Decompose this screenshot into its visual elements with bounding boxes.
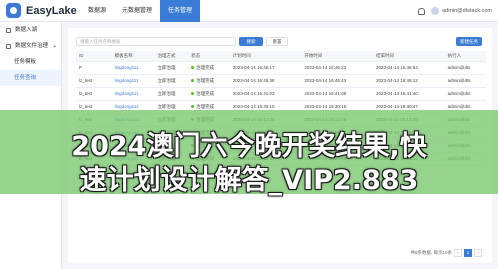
next-page-icon[interactable]: › <box>474 249 482 257</box>
status-text: 治理完成 <box>196 103 215 109</box>
col-status[interactable]: 状态 <box>188 51 230 62</box>
cell-start-time: 2023-04-14 16:41:08 <box>301 87 373 101</box>
chevron-up-icon: ▴ <box>53 43 56 49</box>
status-dot-icon <box>191 66 195 69</box>
user-area: admin@dtstack.com <box>418 0 492 22</box>
reset-button[interactable]: 重置 <box>266 37 288 46</box>
sidebar-item-label: 数据入湖 <box>15 27 38 33</box>
cell-id: lz_test <box>76 74 112 88</box>
status-dot-icon <box>191 79 195 82</box>
table-row[interactable]: lz_test lingdong111 立即治理 治理完成 2023-04-14… <box>76 87 486 101</box>
sidebar-item-label: 任务查询 <box>14 75 37 81</box>
nav-metadata[interactable]: 元数据管理 <box>114 0 160 22</box>
sidebar-item-task-template[interactable]: 任务模板 <box>0 54 61 70</box>
app-name: EasyLake <box>26 4 77 17</box>
top-nav: 数据源 元数据管理 任务管理 <box>80 0 201 22</box>
cell-start-time: 2023-04-14 16:46:23 <box>301 61 373 75</box>
top-bar: EasyLake 数据源 元数据管理 任务管理 admin@dtstack.co… <box>0 0 498 22</box>
search-input[interactable]: 请输入任务名称搜索 <box>76 37 236 46</box>
cell-status: 治理完成 <box>188 61 230 75</box>
sidebar-item-label: 数据文件治理 <box>15 43 49 49</box>
sidebar-item-file-governance[interactable]: 数据文件治理 ▴ <box>0 38 61 54</box>
status-dot-icon <box>191 92 195 95</box>
user-email[interactable]: admin@dtstack.com <box>442 8 492 14</box>
cell-id: lz_test <box>76 87 112 101</box>
prev-page-icon[interactable]: ‹ <box>454 249 462 257</box>
cell-template-link[interactable]: lingdong111 <box>111 61 155 75</box>
cell-id: P <box>76 61 112 75</box>
database-icon <box>6 27 11 33</box>
table-header: ID 模板名称 治理方式 状态 计划时间 开始时间 结束时间 执行人 <box>76 51 486 62</box>
app-logo[interactable]: EasyLake <box>6 3 77 18</box>
pagination: 共8条数据, 每页10条 ‹ 1 › <box>410 249 482 257</box>
nav-task-management[interactable]: 任务管理 <box>160 0 201 22</box>
table-row[interactable]: lz_test lingdong111 立即治理 治理完成 2023-04-14… <box>76 74 486 88</box>
search-button[interactable]: 搜索 <box>239 37 263 46</box>
avatar[interactable] <box>431 7 440 15</box>
sidebar-item-label: 任务模板 <box>14 59 37 65</box>
status-text: 治理完成 <box>196 64 215 70</box>
sidebar-item-task-query[interactable]: 任务查询 <box>0 70 61 86</box>
cell-template-link[interactable]: lingdong111 <box>111 74 155 88</box>
status-text: 治理完成 <box>196 90 215 96</box>
status-text: 治理完成 <box>196 77 215 83</box>
cell-end-time: 2023-04-14 16:46:12 <box>373 74 445 88</box>
cell-method: 立即治理 <box>154 87 189 101</box>
cell-plan-time: 2023-04-14 16:41:02 <box>229 87 302 101</box>
cell-status: 治理完成 <box>188 74 230 88</box>
cell-method: 立即治理 <box>154 74 189 88</box>
logo-icon <box>6 3 21 18</box>
sidebar-item-data-ingest[interactable]: 数据入湖 <box>0 22 61 38</box>
bell-icon[interactable] <box>418 7 426 15</box>
page-number-current[interactable]: 1 <box>464 249 472 257</box>
cell-operator: admin@dts <box>444 61 486 75</box>
cell-method: 立即治理 <box>154 61 189 75</box>
cell-start-time: 2023-04-14 16:45:43 <box>301 74 373 88</box>
cell-end-time: 2023-04-14 16:46:53 <box>373 61 445 75</box>
nav-datasource[interactable]: 数据源 <box>80 0 114 22</box>
cell-template-link[interactable]: lingdong111 <box>111 87 155 101</box>
col-method[interactable]: 治理方式 <box>154 51 189 62</box>
col-start-time[interactable]: 开始时间 <box>301 51 373 62</box>
folder-icon <box>6 43 11 49</box>
cell-plan-time: 2023-04-14 16:45:38 <box>229 74 302 88</box>
status-dot-icon <box>191 105 195 108</box>
cell-operator: admin@dts <box>444 87 486 101</box>
cell-operator: admin@dts <box>444 74 486 88</box>
col-end-time[interactable]: 结束时间 <box>373 51 445 62</box>
col-plan-time[interactable]: 计划时间 <box>229 51 302 62</box>
add-task-button[interactable]: 新建任务 <box>456 37 482 46</box>
col-operator[interactable]: 执行人 <box>444 51 486 62</box>
cell-status: 治理完成 <box>188 87 230 101</box>
table-row[interactable]: P lingdong111 立即治理 治理完成 2023-04-14 16:46… <box>76 61 486 75</box>
col-template[interactable]: 模板名称 <box>111 51 155 62</box>
cell-end-time: 2023-04-14 16:41:40 <box>373 87 445 101</box>
overlay-headline-line2: 速计划设计解答_VIP2.883 <box>79 165 419 196</box>
total-count-text: 共8条数据, 每页10条 <box>410 250 452 255</box>
cell-plan-time: 2023-04-14 16:46:17 <box>229 61 302 75</box>
col-id[interactable]: ID <box>76 51 112 62</box>
